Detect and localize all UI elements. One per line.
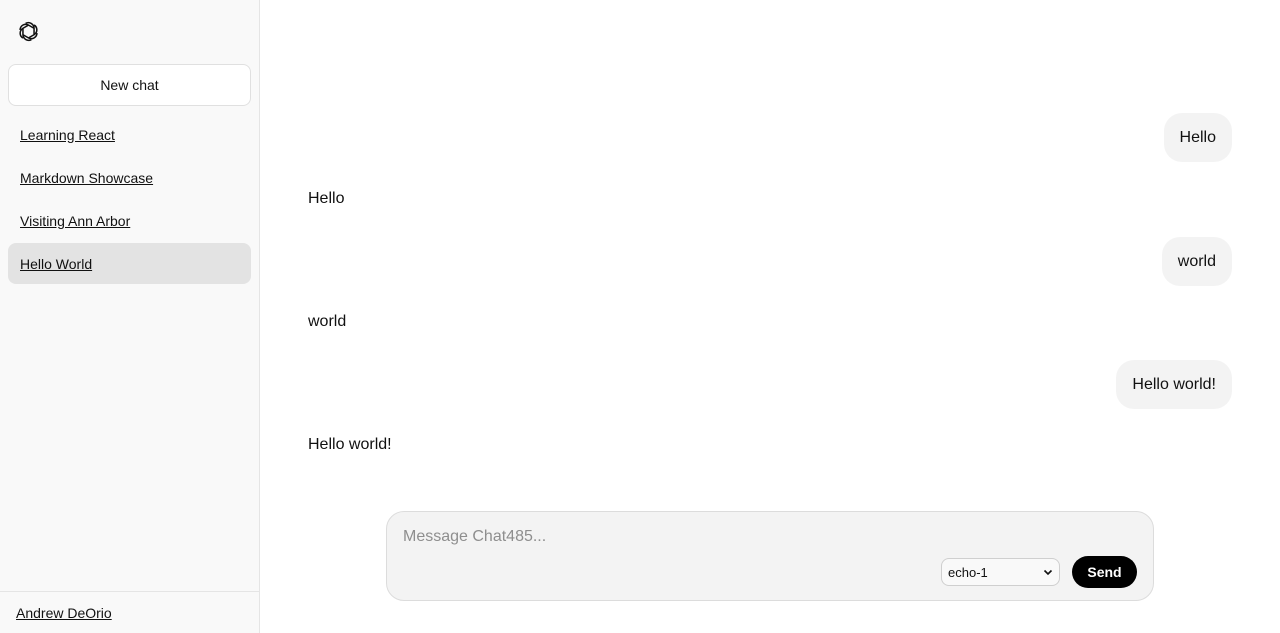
chat-item-label[interactable]: Learning React [20, 127, 115, 143]
chat-item-label[interactable]: Markdown Showcase [20, 170, 153, 186]
assistant-message: world [308, 313, 347, 330]
user-profile: Andrew DeOrio [0, 591, 259, 633]
assistant-message: Hello world! [308, 436, 392, 453]
chat-history-list: Learning React Markdown Showcase Visitin… [8, 114, 251, 286]
message-input[interactable] [403, 526, 1103, 548]
chat-item-visiting-ann-arbor[interactable]: Visiting Ann Arbor [8, 200, 251, 241]
app-window: New chat Learning React Markdown Showcas… [0, 0, 1280, 633]
message-composer: echo-1 Send [386, 511, 1154, 601]
send-button[interactable]: Send [1072, 556, 1137, 588]
chat-item-label[interactable]: Hello World [20, 256, 92, 272]
new-chat-button[interactable]: New chat [8, 64, 251, 106]
chevron-down-icon [1043, 569, 1053, 576]
user-message-bubble: Hello [1163, 113, 1232, 162]
chat-main: Hello Hello world world Hello world! Hel… [260, 0, 1280, 633]
assistant-message: Hello [308, 190, 345, 207]
chat-item-learning-react[interactable]: Learning React [8, 114, 251, 155]
openai-logo-icon[interactable] [17, 20, 40, 43]
chat-item-hello-world[interactable]: Hello World [8, 243, 251, 284]
chat-item-label[interactable]: Visiting Ann Arbor [20, 213, 130, 229]
user-name-link[interactable]: Andrew DeOrio [16, 605, 112, 621]
user-message-bubble: world [1161, 237, 1232, 286]
user-message-bubble: Hello world! [1116, 360, 1232, 409]
chat-item-markdown-showcase[interactable]: Markdown Showcase [8, 157, 251, 198]
sidebar: New chat Learning React Markdown Showcas… [0, 0, 260, 633]
model-select-value: echo-1 [948, 564, 988, 580]
model-select[interactable]: echo-1 [941, 558, 1060, 586]
